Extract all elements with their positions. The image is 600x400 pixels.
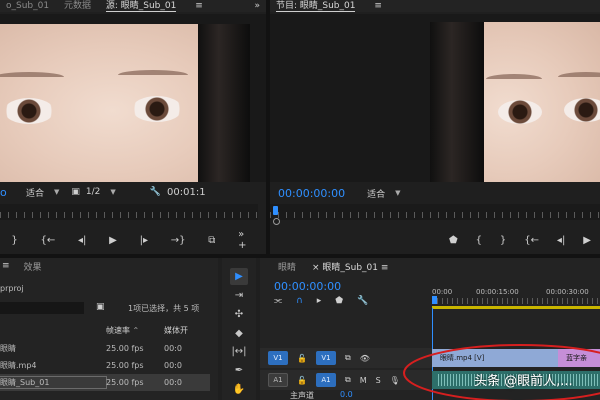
source-resolution-select[interactable]: 1/2 ▼ bbox=[86, 187, 116, 197]
project-search-input[interactable] bbox=[0, 302, 84, 314]
marker-icon[interactable]: ⬟ bbox=[449, 235, 458, 246]
new-bin-icon[interactable]: ▣ bbox=[96, 302, 105, 312]
time-ruler[interactable]: 00:00 00:00:15:00 00:00:30:00 bbox=[432, 288, 600, 310]
timeline-timecode[interactable]: 00:00:00:00 bbox=[274, 280, 341, 293]
master-value[interactable]: 0.0 bbox=[340, 390, 353, 400]
step-back-icon[interactable]: ◂| bbox=[78, 235, 86, 246]
tab-timeline-sub[interactable]: × 眼睛_Sub_01 ≡ bbox=[312, 260, 388, 273]
source-monitor-tabbar: o_Sub_01 元数据 源: 眼睛_Sub_01 ≡ » bbox=[0, 0, 266, 12]
tab-program[interactable]: 节目: 眼睛_Sub_01 bbox=[270, 0, 361, 12]
selection-status: 1项已选择，共 5 项 bbox=[128, 304, 200, 313]
export-frame-icon[interactable]: ▣ bbox=[71, 187, 80, 197]
list-item[interactable]: 眼睛 25.00 fps 00:0 bbox=[0, 340, 210, 357]
sync-lock-icon-audio[interactable]: ⧉ bbox=[345, 375, 351, 385]
add-marker-icon[interactable]: ▸ bbox=[317, 296, 322, 306]
program-tab-menu-icon[interactable]: ≡ bbox=[368, 0, 388, 12]
lock-icon-audio[interactable]: 🔓 bbox=[297, 376, 307, 385]
selection-tool-icon[interactable]: ▶ bbox=[230, 268, 248, 285]
timeline-tool-row: ⫘ ∩ ▸ ⬟ 🔧 bbox=[274, 296, 368, 306]
slip-icon[interactable]: |↔| bbox=[230, 343, 248, 360]
project-panel: ≡ 效果 prproj ▣ 1项已选择，共 5 项 帧速率 ⌃ 媒体开 眼睛 2… bbox=[0, 258, 218, 400]
tab-timeline-eyes[interactable]: 眼睛 bbox=[278, 260, 296, 273]
column-framerate[interactable]: 帧速率 ⌃ bbox=[106, 325, 164, 336]
tools-panel: ▶ ⇥ ✣ ◆ |↔| ✒ ✋ bbox=[222, 258, 256, 400]
mark-out-icon-2[interactable]: } bbox=[500, 235, 506, 246]
list-item-selected[interactable]: 眼睛_Sub_01 25.00 fps 00:0 bbox=[0, 374, 210, 391]
project-tabbar: ≡ 效果 bbox=[0, 258, 218, 274]
source-duration: 00:01:1 bbox=[167, 186, 206, 198]
source-zoom-select[interactable]: 适合 ▼ bbox=[26, 186, 59, 199]
tab-source[interactable]: 源: 眼睛_Sub_01 bbox=[100, 0, 182, 12]
program-frame bbox=[430, 22, 600, 182]
track-select-icon[interactable]: ⇥ bbox=[230, 287, 248, 304]
program-viewer[interactable] bbox=[270, 14, 600, 182]
go-to-out-icon[interactable]: →} bbox=[171, 235, 186, 246]
program-monitor-tabbar: 节目: 眼睛_Sub_01 ≡ bbox=[270, 0, 600, 12]
lock-icon[interactable]: 🔓 bbox=[297, 354, 307, 363]
solo-button[interactable]: S bbox=[376, 376, 381, 385]
watermark: 头条 @眼前人,... bbox=[474, 374, 573, 389]
link-icon[interactable]: ∩ bbox=[296, 296, 303, 306]
source-controls: o 适合 ▼ ▣ 1/2 ▼ 🔧 00:01:1 bbox=[0, 185, 258, 199]
project-menu-icon[interactable]: ≡ bbox=[2, 261, 10, 271]
program-playhead[interactable] bbox=[273, 206, 278, 215]
go-to-in-icon-2[interactable]: {← bbox=[524, 235, 539, 246]
step-forward-icon[interactable]: |▸ bbox=[140, 235, 148, 246]
project-name: prproj bbox=[0, 284, 24, 293]
tab-effects[interactable]: 效果 bbox=[24, 260, 42, 273]
tab-metadata[interactable]: 元数据 bbox=[58, 0, 97, 12]
tab-source-sub[interactable]: o_Sub_01 bbox=[0, 0, 55, 12]
settings-wrench-icon[interactable]: 🔧 bbox=[150, 187, 161, 197]
insert-icon[interactable]: ⧉ bbox=[208, 235, 215, 246]
timeline-playhead[interactable] bbox=[432, 296, 437, 304]
mute-button[interactable]: M bbox=[360, 376, 367, 385]
pen-icon[interactable]: ✒ bbox=[230, 362, 248, 379]
source-timecode[interactable]: o bbox=[0, 186, 18, 199]
mark-in-icon[interactable]: { bbox=[476, 235, 482, 246]
program-timecode[interactable]: 00:00:00:00 bbox=[278, 187, 345, 200]
ripple-edit-icon[interactable]: ✣ bbox=[230, 306, 248, 323]
program-zoom-select[interactable]: 适合 ▼ bbox=[367, 187, 400, 200]
program-controls: 00:00:00:00 适合 ▼ bbox=[278, 186, 598, 200]
program-transport: ⬟ { } {← ◂| ▶ bbox=[440, 232, 600, 248]
razor-icon[interactable]: ◆ bbox=[230, 325, 248, 342]
a1-source-toggle[interactable]: A1 bbox=[268, 373, 288, 387]
mark-out-icon[interactable]: } bbox=[11, 235, 17, 246]
timeline-tabbar: 眼睛 × 眼睛_Sub_01 ≡ bbox=[260, 258, 600, 274]
a1-target-toggle[interactable]: A1 bbox=[315, 373, 336, 387]
timeline-panel: 眼睛 × 眼睛_Sub_01 ≡ 00:00:00:00 ⫘ ∩ ▸ ⬟ 🔧 0… bbox=[260, 258, 600, 400]
play-icon-2[interactable]: ▶ bbox=[583, 235, 591, 246]
overflow-icon[interactable]: » bbox=[248, 0, 266, 12]
marker-icon-2[interactable]: ⬟ bbox=[335, 296, 343, 306]
v1-source-toggle[interactable]: V1 bbox=[268, 351, 288, 365]
add-button-icon[interactable]: » + bbox=[238, 229, 246, 251]
master-label: 主声道 bbox=[290, 391, 314, 400]
step-back-icon-2[interactable]: ◂| bbox=[557, 235, 565, 246]
source-timeline-ruler[interactable] bbox=[0, 204, 258, 220]
wrench-icon[interactable]: 🔧 bbox=[357, 296, 368, 306]
source-transport: } {← ◂| ▶ |▸ →} ⧉ » + bbox=[0, 229, 258, 251]
eye-icon[interactable]: 👁 bbox=[360, 354, 370, 363]
snap-icon[interactable]: ⫘ bbox=[274, 296, 282, 306]
program-timeline-ruler[interactable] bbox=[270, 204, 600, 225]
source-viewer[interactable] bbox=[0, 14, 266, 182]
mic-icon[interactable]: 🎙 bbox=[390, 376, 400, 385]
master-track-row: 主声道 0.0 bbox=[290, 390, 353, 400]
source-frame bbox=[0, 24, 250, 182]
column-media-start[interactable]: 媒体开 bbox=[164, 325, 188, 336]
sync-lock-icon[interactable]: ⧉ bbox=[345, 353, 351, 363]
hand-icon[interactable]: ✋ bbox=[230, 381, 248, 398]
v1-target-toggle[interactable]: V1 bbox=[315, 351, 336, 365]
list-item[interactable]: 眼睛.mp4 25.00 fps 00:0 bbox=[0, 357, 210, 374]
go-to-in-icon[interactable]: {← bbox=[41, 235, 56, 246]
play-icon[interactable]: ▶ bbox=[109, 235, 117, 246]
tab-menu-icon[interactable]: ≡ bbox=[189, 0, 209, 12]
